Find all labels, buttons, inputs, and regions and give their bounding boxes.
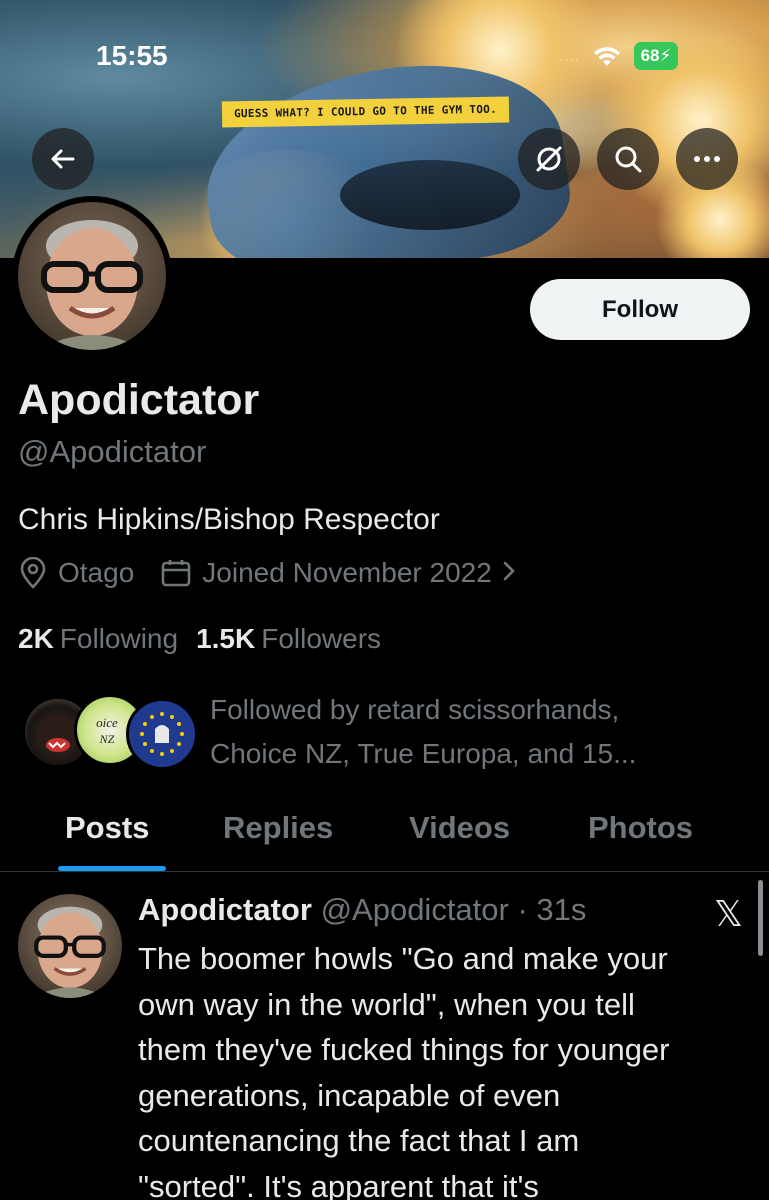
profile-tabs: Posts Replies Videos Photos [0,800,769,872]
follow-stats: 2K Following 1.5K Followers [18,623,381,655]
svg-text:oice: oice [96,715,118,730]
following-stat[interactable]: 2K Following [18,623,178,655]
post-text-line: own way in the world", when you tell [138,986,635,1022]
back-button[interactable] [32,128,94,190]
location: Otago [18,557,134,589]
battery-indicator: 68⚡ [633,42,679,70]
banner-iron-sole [340,160,520,230]
followed-by-text[interactable]: Followed by retard scissorhands, Choice … [210,688,750,776]
tab-videos[interactable]: Videos [409,810,510,846]
more-button[interactable] [676,128,738,190]
followers-count: 1.5K [196,623,256,654]
following-label: Following [59,623,179,654]
status-indicators: .... 68⚡ [560,42,679,70]
followed-by-avatars[interactable]: oice NZ [22,694,198,772]
more-icon [694,156,720,162]
post-item[interactable]: Apodictator @Apodictator · 31s 𝕏 The boo… [0,872,769,1200]
search-button[interactable] [597,128,659,190]
follow-button[interactable]: Follow [530,279,750,340]
joined-text: Joined November 2022 [202,557,492,588]
post-header: Apodictator @Apodictator · 31s [138,892,586,928]
calendar-icon [160,558,192,588]
back-arrow-icon [51,149,75,169]
charging-bolt-icon: ⚡ [659,46,672,65]
grok-button[interactable] [518,128,580,190]
profile-handle: @Apodictator [18,434,207,469]
active-tab-indicator [58,866,166,871]
followed-by-line-1: Followed by retard scissorhands, [210,694,620,725]
post-separator: · [508,892,537,927]
wifi-icon [593,47,620,66]
location-text: Otago [58,557,135,588]
tab-photos[interactable]: Photos [588,810,693,846]
post-text-line: countenancing the fact that I am [138,1123,580,1158]
post-author-handle[interactable]: @Apodictator [321,892,509,927]
chevron-right-icon [502,557,516,589]
grok-icon [536,146,562,172]
status-time: 15:55 [96,40,168,71]
banner-caption: GUESS WHAT? I COULD GO TO THE GYM TOO. [221,96,510,128]
battery-level: 68 [640,46,660,65]
post-text-line: them they've fucked things for younger [138,1032,670,1067]
followers-label: Followers [261,623,382,654]
signal-dots: .... [560,48,580,64]
post-text-line: The boomer howls "Go and make your [138,941,668,976]
follower-avatar-3 [126,698,198,770]
profile-bio: Chris Hipkins/Bishop Respector [18,503,440,536]
profile-avatar-frame[interactable] [12,196,172,356]
following-count: 2K [18,623,54,654]
post-avatar[interactable] [18,894,122,998]
location-pin-icon [18,557,48,589]
avatar[interactable] [18,202,166,350]
profile-meta: Otago Joined November 2022 [18,557,542,589]
search-icon [615,146,642,173]
joined-date[interactable]: Joined November 2022 [160,557,516,589]
avatar-photo [38,220,146,350]
svg-text:NZ: NZ [99,732,115,746]
post-time: 31s [536,892,587,927]
x-logo-icon: 𝕏 [714,894,744,935]
followed-by-line-2: Choice NZ, True Europa, and 15... [210,738,637,769]
scrollbar[interactable] [758,880,763,956]
post-text: The boomer howls "Go and make your own w… [138,936,758,1200]
tab-replies[interactable]: Replies [223,810,333,846]
post-text-line: generations, incapable of even [138,1077,561,1113]
tab-posts[interactable]: Posts [65,810,149,846]
profile-display-name: Apodictator [18,376,260,424]
post-author-name[interactable]: Apodictator [138,892,312,927]
eu-stars-logo [140,712,184,756]
post-avatar-photo [32,906,108,998]
post-text-line: "sorted". It's apparent that it's [138,1168,539,1200]
followers-stat[interactable]: 1.5K Followers [196,623,381,655]
